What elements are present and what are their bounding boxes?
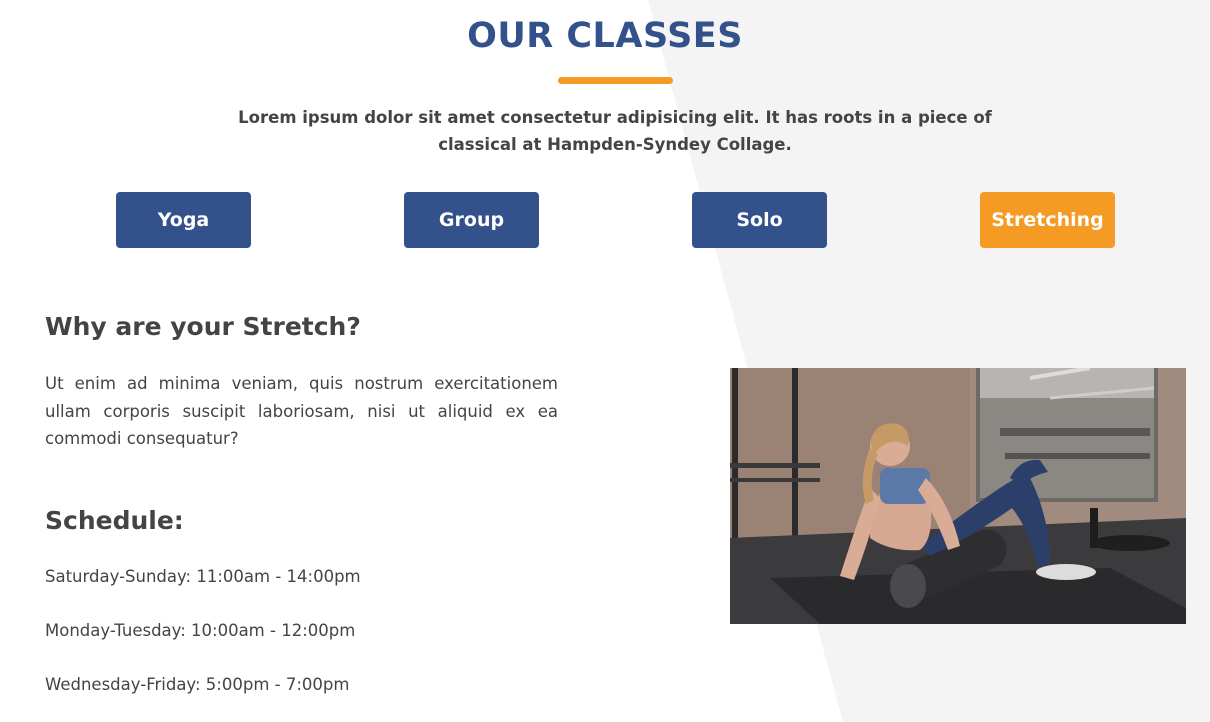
schedule-heading: Schedule: xyxy=(45,506,184,535)
schedule-item-wed-fri: Wednesday-Friday: 5:00pm - 7:00pm xyxy=(45,675,350,694)
stretching-photo-icon xyxy=(730,368,1186,624)
classes-section: OUR CLASSES Lorem ipsum dolor sit amet c… xyxy=(0,0,1210,722)
schedule-item-mon-tue: Monday-Tuesday: 10:00am - 12:00pm xyxy=(45,621,356,640)
tab-stretching[interactable]: Stretching xyxy=(980,192,1115,248)
title-underline xyxy=(558,77,673,84)
stretching-photo xyxy=(730,368,1186,624)
section-title: OUR CLASSES xyxy=(467,16,743,56)
section-intro: Lorem ipsum dolor sit amet consectetur a… xyxy=(238,108,992,154)
tab-group[interactable]: Group xyxy=(404,192,539,248)
why-heading: Why are your Stretch? xyxy=(45,312,361,341)
tab-solo[interactable]: Solo xyxy=(692,192,827,248)
schedule-item-weekend: Saturday-Sunday: 11:00am - 14:00pm xyxy=(45,567,361,586)
class-description: Ut enim ad minima veniam, quis nostrum e… xyxy=(45,374,558,448)
tab-yoga[interactable]: Yoga xyxy=(116,192,251,248)
